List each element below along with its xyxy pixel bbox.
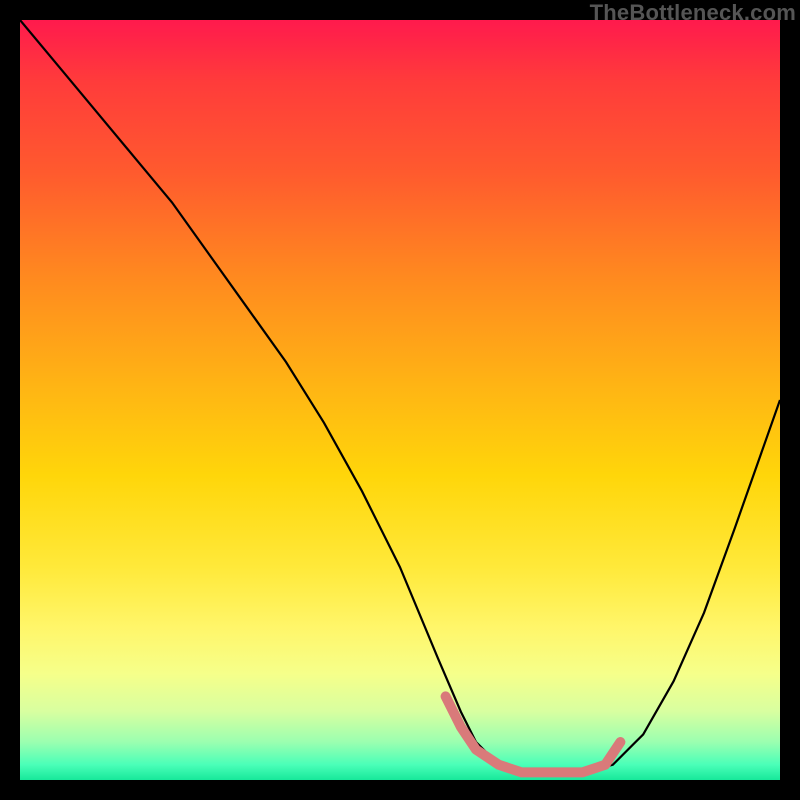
bottleneck-curve bbox=[20, 20, 780, 772]
chart-frame bbox=[20, 20, 780, 780]
optimal-range-marker bbox=[446, 696, 621, 772]
watermark-text: TheBottleneck.com bbox=[590, 0, 796, 26]
chart-svg bbox=[20, 20, 780, 780]
